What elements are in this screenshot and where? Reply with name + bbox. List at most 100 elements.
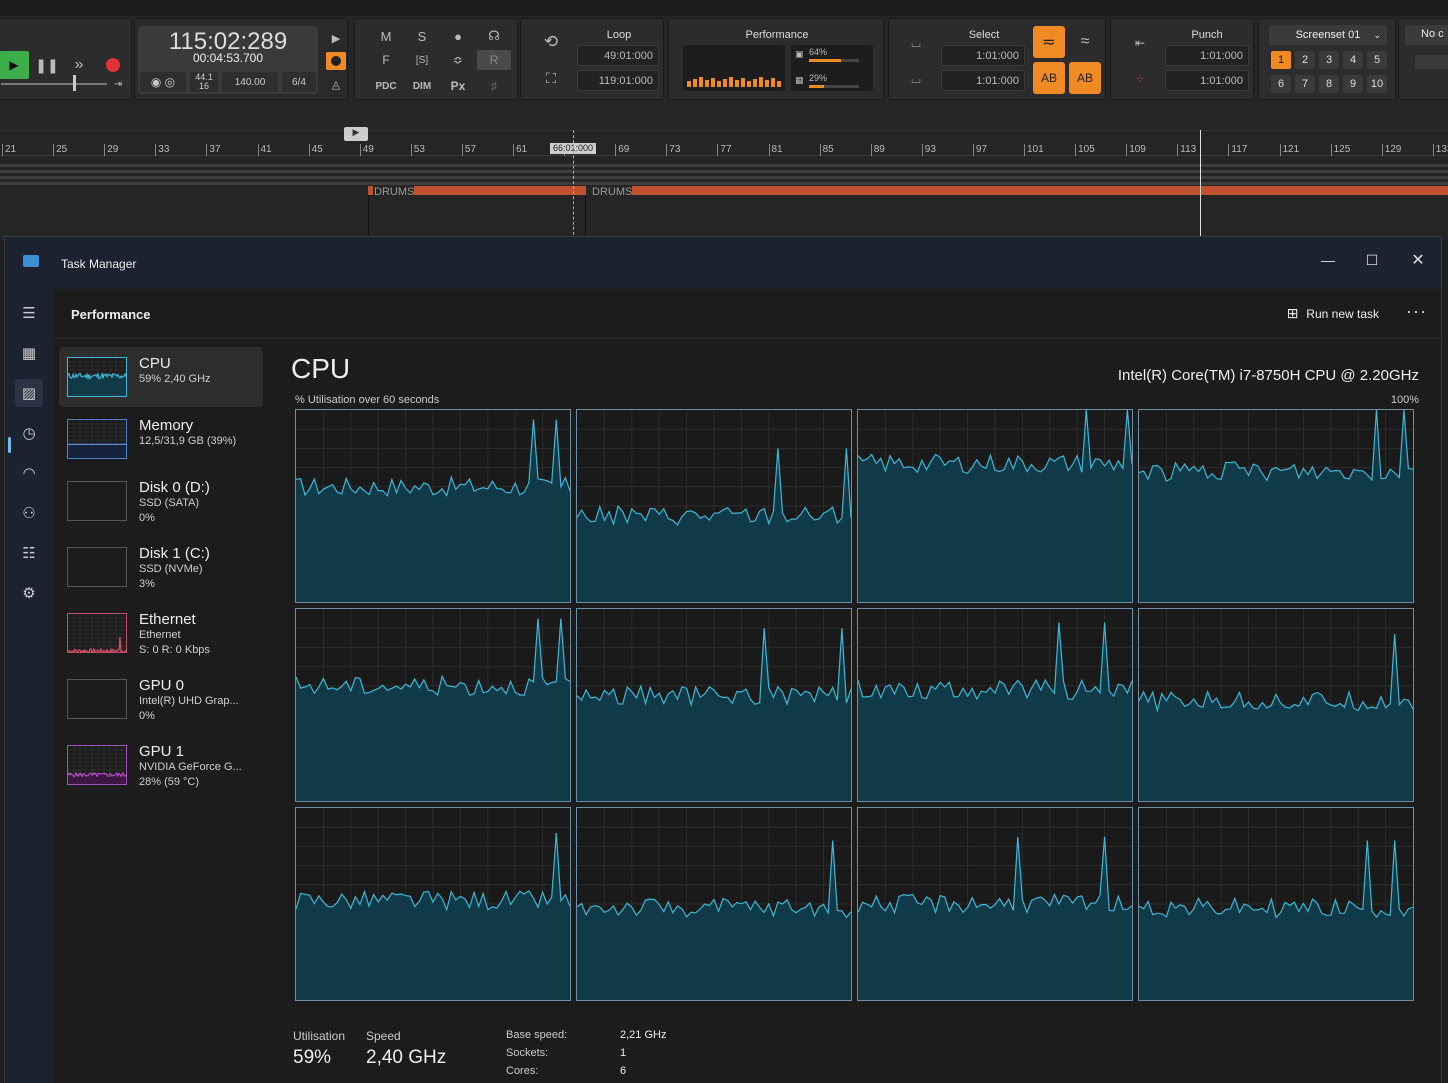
- ruler-tick: 85: [819, 144, 834, 156]
- close-icon[interactable]: ✕: [1395, 245, 1441, 275]
- record-mode-button[interactable]: [326, 52, 346, 70]
- clip-drums[interactable]: [632, 186, 1448, 195]
- pause-button[interactable]: ❚❚: [35, 51, 59, 79]
- screenset-button-1[interactable]: 1: [1271, 51, 1291, 69]
- screenset-button-7[interactable]: 7: [1295, 75, 1315, 93]
- extra-field[interactable]: [1415, 55, 1448, 69]
- device-value: 3%: [139, 578, 155, 590]
- perf-disk-value: 29%: [809, 73, 828, 83]
- maximize-icon[interactable]: ☐: [1349, 245, 1395, 275]
- device-item-cpu[interactable]: CPU 59% 2,40 GHz: [59, 347, 263, 407]
- slider-handle[interactable]: [73, 75, 76, 91]
- screenset-button-5[interactable]: 5: [1367, 51, 1387, 69]
- screenset-button-4[interactable]: 4: [1343, 51, 1363, 69]
- screenset-button-2[interactable]: 2: [1295, 51, 1315, 69]
- minimize-icon[interactable]: —: [1305, 245, 1351, 275]
- device-subtitle: 12,5/31,9 GB (39%): [139, 435, 237, 447]
- ab-button-1[interactable]: AB: [1033, 62, 1065, 94]
- more-options-icon[interactable]: ···: [1406, 301, 1427, 322]
- play-button[interactable]: ▶: [0, 51, 29, 79]
- ab-button-2[interactable]: AB: [1069, 62, 1101, 94]
- run-new-task-button[interactable]: ⊞ Run new task: [1287, 305, 1379, 322]
- select-start-icon[interactable]: ⌴: [903, 33, 929, 53]
- monitor-icon[interactable]: ≎: [447, 51, 469, 69]
- title-bar[interactable]: Task Manager — ☐ ✕: [5, 237, 1441, 289]
- services-icon[interactable]: ⚙: [15, 579, 43, 607]
- screenset-dropdown[interactable]: Screenset 01 ⌄: [1269, 25, 1387, 45]
- meter-bar: [699, 77, 703, 87]
- select-start-field[interactable]: 1:01:000: [941, 45, 1025, 66]
- performance-icon[interactable]: ▨: [15, 379, 43, 407]
- app-history-icon[interactable]: ◷: [15, 419, 43, 447]
- select-end-field[interactable]: 1:01:000: [941, 70, 1025, 91]
- metronome-icons[interactable]: ◉ ◎: [140, 72, 186, 92]
- loop-end-field[interactable]: 119:01:000: [577, 70, 659, 91]
- details-icon[interactable]: ☷: [15, 539, 43, 567]
- device-item-memory[interactable]: Memory 12,5/31,9 GB (39%): [59, 409, 263, 469]
- snap-button[interactable]: ≂: [1033, 26, 1065, 58]
- mute-button[interactable]: M: [375, 27, 397, 45]
- metronome-icon[interactable]: ◬: [328, 76, 344, 92]
- device-item-disk-1-c[interactable]: Disk 1 (C:) SSD (NVMe) 3%: [59, 537, 263, 597]
- task-manager-window: Task Manager — ☐ ✕ ☰ ▦ ▨ ◷ ◠ ⚇ ☷ ⚙ Perfo…: [4, 236, 1442, 1083]
- meter-bar: [723, 79, 727, 87]
- read-button[interactable]: R: [477, 50, 511, 70]
- automation-icon[interactable]: ♯: [483, 77, 505, 95]
- select-panel: ⌴ ⌴ Select 1:01:000 1:01:000 ≂ ≈ AB AB: [888, 18, 1106, 100]
- select-end-icon[interactable]: ⌴: [903, 69, 929, 89]
- device-item-ethernet[interactable]: Ethernet Ethernet S: 0 R: 0 Kbps: [59, 603, 263, 663]
- meter-bar: [711, 78, 715, 87]
- extra-dropdown[interactable]: No c: [1405, 25, 1448, 45]
- end-icon[interactable]: ⇥: [111, 77, 125, 91]
- loop-start-field[interactable]: 49:01:000: [577, 45, 659, 66]
- disk-icon: ▦: [795, 75, 804, 85]
- meter-bar: [777, 81, 781, 87]
- clip-drums[interactable]: [414, 186, 586, 195]
- cores-value: 6: [620, 1065, 627, 1077]
- punch-end-field[interactable]: 1:01:000: [1165, 70, 1249, 91]
- fx-icon[interactable]: F: [375, 51, 397, 69]
- sample-rate-bottom: 16: [198, 81, 209, 91]
- screenset-button-9[interactable]: 9: [1343, 75, 1363, 93]
- device-item-disk-0-d[interactable]: Disk 0 (D:) SSD (SATA) 0%: [59, 471, 263, 531]
- playhead-marker[interactable]: ▶: [344, 127, 368, 141]
- device-name: Disk 0 (D:): [139, 479, 210, 496]
- device-item-gpu-1[interactable]: GPU 1 NVIDIA GeForce G... 28% (59 °C): [59, 735, 263, 795]
- fast-forward-button[interactable]: »: [65, 51, 93, 79]
- task-manager-app-icon: [23, 255, 39, 267]
- punch-record-icon[interactable]: ⁘: [1127, 69, 1153, 89]
- screenset-button-6[interactable]: 6: [1271, 75, 1291, 93]
- device-item-gpu-0[interactable]: GPU 0 Intel(R) UHD Grap... 0%: [59, 669, 263, 729]
- px-button[interactable]: Px: [445, 77, 471, 95]
- usage-graph: [858, 808, 1132, 1000]
- solo-safe-button[interactable]: [S]: [411, 51, 433, 69]
- hamburger-menu-icon[interactable]: ☰: [15, 299, 43, 327]
- quantize-icon[interactable]: ≈: [1069, 26, 1101, 58]
- tempo-field[interactable]: 140.00: [222, 72, 278, 92]
- pdc-button[interactable]: PDC: [371, 77, 401, 95]
- startup-apps-icon[interactable]: ◠: [15, 459, 43, 487]
- playhead-line: [1200, 130, 1201, 240]
- signature-field[interactable]: 6/4: [282, 72, 316, 92]
- clip-drums-start[interactable]: [368, 186, 373, 195]
- dim-button[interactable]: DIM: [407, 77, 437, 95]
- punch-start-field[interactable]: 1:01:000: [1165, 45, 1249, 66]
- loop-fit-icon[interactable]: ⛶: [539, 67, 563, 89]
- ruler-tick: 29: [104, 144, 118, 156]
- timeline-ruler[interactable]: 2125293337414549535761656973778185899397…: [0, 130, 1448, 156]
- device-thumbnail: [67, 419, 127, 459]
- headphones-icon[interactable]: ☊: [483, 27, 505, 45]
- punch-in-icon[interactable]: ⇤: [1127, 33, 1153, 53]
- screenset-button-3[interactable]: 3: [1319, 51, 1339, 69]
- record-button[interactable]: [103, 55, 123, 75]
- position-slider[interactable]: [1, 83, 107, 85]
- solo-button[interactable]: S: [411, 27, 433, 45]
- processes-icon[interactable]: ▦: [15, 339, 43, 367]
- screenset-button-8[interactable]: 8: [1319, 75, 1339, 93]
- cpu-core-graph: [857, 807, 1133, 1001]
- record-arm-icon[interactable]: ●: [447, 27, 469, 45]
- screenset-button-10[interactable]: 10: [1367, 75, 1387, 93]
- users-icon[interactable]: ⚇: [15, 499, 43, 527]
- loop-toggle-icon[interactable]: ⟲: [539, 31, 563, 53]
- play-small-icon[interactable]: ▶: [328, 30, 344, 46]
